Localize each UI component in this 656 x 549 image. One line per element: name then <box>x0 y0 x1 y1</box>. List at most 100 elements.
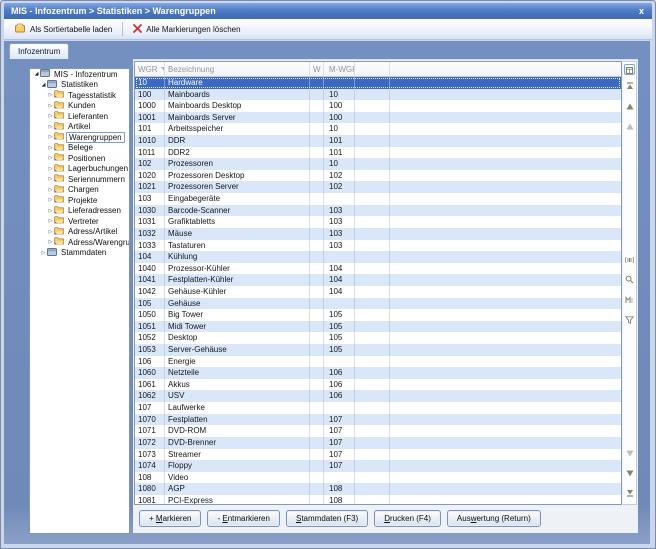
filter-icon[interactable] <box>625 311 634 329</box>
close-button[interactable]: x <box>639 3 644 19</box>
table-row-wgr-100[interactable]: 100Mainboards10 <box>135 89 621 101</box>
table-row-wgr-104[interactable]: 104Kühlung <box>135 251 621 263</box>
scroll-down-faded-icon[interactable] <box>626 444 634 462</box>
table-row-wgr-10[interactable]: 10Hardware <box>135 77 621 89</box>
tree-item-mis-infozentrum[interactable]: ◢MIS - Infozentrum <box>30 69 129 80</box>
tree-item-belege[interactable]: ▷Belege <box>30 143 129 154</box>
table-row-wgr-1080[interactable]: 1080AGP108 <box>135 483 621 495</box>
table-row-wgr-1051[interactable]: 1051Midi Tower105 <box>135 321 621 333</box>
table-row-wgr-103[interactable]: 103Eingabegeräte <box>135 193 621 205</box>
tree-item-projekte[interactable]: ▷Projekte <box>30 195 129 206</box>
table-row-wgr-1050[interactable]: 1050Big Tower105 <box>135 309 621 321</box>
tree-expand-icon[interactable]: ▷ <box>47 187 54 193</box>
table-row-wgr-1053[interactable]: 1053Server-Gehäuse105 <box>135 344 621 356</box>
tree-collapse-icon[interactable]: ◢ <box>33 71 40 77</box>
table-row-wgr-1030[interactable]: 1030Barcode-Scanner103 <box>135 205 621 217</box>
tree-item-lagerbuchungen[interactable]: ▷Lagerbuchungen <box>30 164 129 175</box>
table-row-wgr-1021[interactable]: 1021Prozessoren Server102 <box>135 181 621 193</box>
table-row-wgr-1010[interactable]: 1010DDR101 <box>135 135 621 147</box>
button-drucken-f4[interactable]: Drucken (F4) <box>374 510 441 527</box>
tree-item-chargen[interactable]: ▷Chargen <box>30 185 129 196</box>
scroll-up-faded-icon[interactable] <box>626 117 634 135</box>
table-row-wgr-1032[interactable]: 1032Mäuse103 <box>135 228 621 240</box>
tree-item-adress-warengruppen[interactable]: ▷Adress/Warengruppen <box>30 237 129 248</box>
column-header-wgr[interactable]: WGR <box>135 62 165 76</box>
tree-expand-icon[interactable]: ▷ <box>47 176 54 182</box>
table-row-wgr-1000[interactable]: 1000Mainboards Desktop100 <box>135 100 621 112</box>
tree-item-lieferadressen[interactable]: ▷Lieferadressen <box>30 206 129 217</box>
tree-expand-icon[interactable]: ▷ <box>47 134 54 140</box>
column-header-w[interactable]: W <box>310 62 324 76</box>
scroll-top-icon[interactable] <box>626 77 634 95</box>
scroll-down-icon[interactable] <box>626 464 634 482</box>
tree-item-kunden[interactable]: ▷Kunden <box>30 101 129 112</box>
button-entmarkieren[interactable]: - Entmarkieren <box>207 510 279 527</box>
table-row-wgr-1041[interactable]: 1041Festplatten-Kühler104 <box>135 274 621 286</box>
table-row-wgr-1071[interactable]: 1071DVD-ROM107 <box>135 425 621 437</box>
tree-expand-icon[interactable]: ▷ <box>47 92 54 98</box>
table-row-wgr-102[interactable]: 102Prozessoren10 <box>135 158 621 170</box>
grid-settings-button[interactable] <box>624 64 635 75</box>
table-row-wgr-1081[interactable]: 1081PCI-Express108 <box>135 495 621 504</box>
table-row-wgr-1011[interactable]: 1011DDR2101 <box>135 147 621 159</box>
tree-item-artikel[interactable]: ▷Artikel <box>30 122 129 133</box>
tree-expand-icon[interactable]: ▷ <box>47 208 54 214</box>
button-stammdaten-f3[interactable]: Stammdaten (F3) <box>286 510 368 527</box>
table-row-wgr-1072[interactable]: 1072DVD-Brenner107 <box>135 437 621 449</box>
column-header-bez[interactable]: Bezeichnung <box>165 62 310 76</box>
table-row-wgr-107[interactable]: 107Laufwerke <box>135 402 621 414</box>
tree-expand-icon[interactable]: ▷ <box>47 229 54 235</box>
cell-wgr: 10 <box>135 77 165 89</box>
scroll-bottom-icon[interactable] <box>626 484 634 502</box>
tree-expand-icon[interactable]: ▷ <box>40 250 47 256</box>
table-row-wgr-1062[interactable]: 1062USV106 <box>135 390 621 402</box>
table-row-wgr-1042[interactable]: 1042Gehäuse-Kühler104 <box>135 286 621 298</box>
tree-item-adress-artikel[interactable]: ▷Adress/Artikel <box>30 227 129 238</box>
mark-icon[interactable] <box>625 291 634 309</box>
tree-item-positionen[interactable]: ▷Positionen <box>30 153 129 164</box>
tree-expand-icon[interactable]: ▷ <box>47 197 54 203</box>
table-row-wgr-1070[interactable]: 1070Festplatten107 <box>135 414 621 426</box>
toolbar-button-load-sort-table[interactable]: Als Sortiertabelle laden <box>8 21 119 37</box>
toolbar-button-clear-marks[interactable]: Alle Markierungen löschen <box>126 22 247 37</box>
tree-item-vertreter[interactable]: ▷Vertreter <box>30 216 129 227</box>
tree-collapse-icon[interactable]: ◢ <box>40 82 47 88</box>
tree-item-seriennummern[interactable]: ▷Seriennummern <box>30 174 129 185</box>
tab-infozentrum[interactable]: Infozentrum <box>9 43 69 59</box>
table-row-wgr-1020[interactable]: 1020Prozessoren Desktop102 <box>135 170 621 182</box>
table-row-wgr-1052[interactable]: 1052Desktop105 <box>135 332 621 344</box>
tree-expand-icon[interactable]: ▷ <box>47 103 54 109</box>
table-row-wgr-108[interactable]: 108Video <box>135 472 621 484</box>
table-row-wgr-1060[interactable]: 1060Netzteile106 <box>135 367 621 379</box>
scroll-up-icon[interactable] <box>626 97 634 115</box>
tree-item-stammdaten[interactable]: ▷Stammdaten <box>30 248 129 259</box>
tree-item-statistiken[interactable]: ◢Statistiken <box>30 80 129 91</box>
columns-icon[interactable] <box>625 251 634 269</box>
table-row-wgr-1033[interactable]: 1033Tastaturen103 <box>135 240 621 252</box>
tree-expand-icon[interactable]: ▷ <box>47 218 54 224</box>
cell-bez: Prozessor-Kühler <box>165 263 310 275</box>
tree-expand-icon[interactable]: ▷ <box>47 239 54 245</box>
search-icon[interactable] <box>625 271 634 289</box>
table-row-wgr-1040[interactable]: 1040Prozessor-Kühler104 <box>135 263 621 275</box>
column-header-extra[interactable] <box>355 62 390 76</box>
tree-expand-icon[interactable]: ▷ <box>47 113 54 119</box>
table-row-wgr-101[interactable]: 101Arbeitsspeicher10 <box>135 123 621 135</box>
column-header-mwgr[interactable]: M-WGR <box>324 62 355 76</box>
tree-expand-icon[interactable]: ▷ <box>47 145 54 151</box>
tree-item-tagesstatistik[interactable]: ▷Tagesstatistik <box>30 90 129 101</box>
table-row-wgr-1073[interactable]: 1073Streamer107 <box>135 449 621 461</box>
tree-item-warengruppen[interactable]: ▷Warengruppen <box>30 132 129 143</box>
button-auswertung-return[interactable]: Auswertung (Return) <box>447 510 541 527</box>
table-row-wgr-106[interactable]: 106Energie <box>135 356 621 368</box>
tree-expand-icon[interactable]: ▷ <box>47 166 54 172</box>
table-row-wgr-105[interactable]: 105Gehäuse <box>135 298 621 310</box>
table-row-wgr-1074[interactable]: 1074Floppy107 <box>135 460 621 472</box>
tree-expand-icon[interactable]: ▷ <box>47 155 54 161</box>
tree-expand-icon[interactable]: ▷ <box>47 124 54 130</box>
table-row-wgr-1031[interactable]: 1031Grafiktabletts103 <box>135 216 621 228</box>
table-row-wgr-1001[interactable]: 1001Mainboards Server100 <box>135 112 621 124</box>
table-row-wgr-1061[interactable]: 1061Akkus106 <box>135 379 621 391</box>
button-markieren[interactable]: + Markieren <box>139 510 201 527</box>
tree-item-lieferanten[interactable]: ▷Lieferanten <box>30 111 129 122</box>
